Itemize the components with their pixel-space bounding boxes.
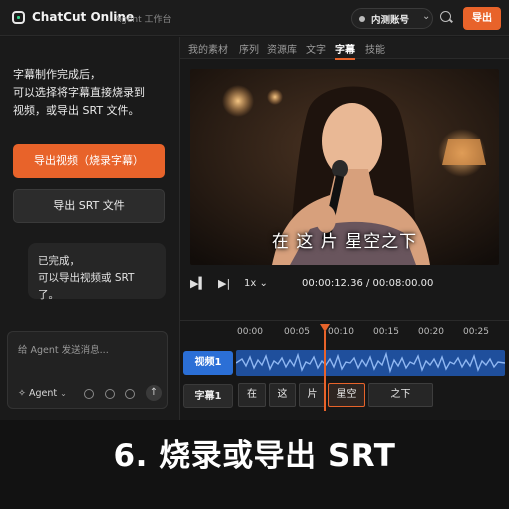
subtitle-overlay: 在 这 片 星空之下 <box>271 232 418 252</box>
video-track-label[interactable]: 视频1 <box>183 351 233 375</box>
sparkle-icon: ✧ <box>18 388 26 399</box>
asset-tabs: 我的素材 序列 资源库 文字 字幕 技能 <box>180 37 509 59</box>
speed-value: 1x <box>244 278 257 289</box>
subtitle-track-label[interactable]: 字幕1 <box>183 384 233 408</box>
tab-text[interactable]: 文字 <box>306 41 326 56</box>
composer-input[interactable]: 给 Agent 发送消息... <box>18 342 109 356</box>
account-selector[interactable]: 内测账号 ⌄ <box>351 8 433 29</box>
ruler-tick: 00:10 <box>328 327 354 337</box>
tab-my-assets[interactable]: 我的素材 <box>188 41 228 56</box>
speed-selector[interactable]: 1x ⌄ <box>244 278 268 289</box>
app-subtitle: Agent 工作台 <box>115 15 172 25</box>
export-srt-button[interactable]: 导出 SRT 文件 <box>13 189 165 223</box>
chevron-down-icon: ⌄ <box>422 11 431 22</box>
player-controls: ▶▍ ▶| 1x ⌄ 00:00:12.36 / 00:08:00.00 <box>180 268 509 302</box>
waveform-graphic <box>236 351 505 374</box>
agent-selector[interactable]: ✧ Agent ⌄ <box>18 388 67 399</box>
ruler-tick: 00:00 <box>237 327 263 337</box>
active-tab-indicator <box>335 58 355 60</box>
timecode: 00:00:12.36 / 00:08:00.00 <box>302 278 434 289</box>
ruler-tick: 00:25 <box>463 327 489 337</box>
chatcut-logo-icon <box>12 11 25 24</box>
next-frame-icon[interactable]: ▶| <box>218 277 230 290</box>
account-status-icon <box>359 16 365 22</box>
agent-chat-panel: 字幕制作完成后， 可以选择将字幕直接烧录到 视频，或导出 SRT 文件。 导出视… <box>0 37 180 420</box>
agent-message-intro: 字幕制作完成后， 可以选择将字幕直接烧录到 视频，或导出 SRT 文件。 <box>13 68 145 117</box>
image-icon[interactable] <box>105 389 115 399</box>
chevron-down-icon: ⌄ <box>60 389 67 398</box>
tab-skills[interactable]: 技能 <box>365 41 385 56</box>
play-pause-icon[interactable]: ▶▍ <box>190 277 207 290</box>
export-video-burn-subtitles-button[interactable]: 导出视频（烧录字幕） <box>13 144 165 178</box>
subtitle-clip[interactable]: 之下 <box>368 383 433 407</box>
attach-icon[interactable] <box>84 389 94 399</box>
subtitle-clip-selected[interactable]: 星空 <box>328 383 365 407</box>
ruler-tick: 00:20 <box>418 327 444 337</box>
subtitle-clip[interactable]: 在 <box>238 383 266 407</box>
send-icon[interactable]: ↑ <box>146 385 162 401</box>
tab-library[interactable]: 资源库 <box>267 41 297 56</box>
tab-sequence[interactable]: 序列 <box>239 41 259 56</box>
step-caption: 6. 烧录或导出 SRT <box>113 438 396 474</box>
agent-selector-label: Agent <box>29 388 58 399</box>
ruler-tick: 00:05 <box>284 327 310 337</box>
export-button[interactable]: 导出 <box>463 7 501 30</box>
playhead[interactable] <box>324 331 326 411</box>
app-window: ChatCut Online Agent 工作台 内测账号 ⌄ 导出 字幕制作完… <box>0 0 509 420</box>
timeline: 00:00 00:05 00:10 00:15 00:20 00:25 视频1 … <box>180 320 509 420</box>
message-composer[interactable]: 给 Agent 发送消息... ✧ Agent ⌄ ↑ <box>7 331 168 409</box>
top-bar: ChatCut Online Agent 工作台 内测账号 ⌄ 导出 <box>0 0 509 36</box>
video-preview[interactable]: 在 这 片 星空之下 <box>190 69 499 265</box>
account-label: 内测账号 <box>371 15 410 26</box>
ruler-tick: 00:15 <box>373 327 399 337</box>
mention-icon[interactable] <box>125 389 135 399</box>
agent-message-done: 已完成， 可以导出视频或 SRT 了。 <box>28 243 166 301</box>
tab-subtitles[interactable]: 字幕 <box>335 41 355 56</box>
search-icon[interactable] <box>440 11 451 22</box>
subtitle-clip[interactable]: 片 <box>299 383 326 407</box>
video-clip-waveform[interactable] <box>236 350 505 376</box>
subtitle-clip[interactable]: 这 <box>269 383 296 407</box>
